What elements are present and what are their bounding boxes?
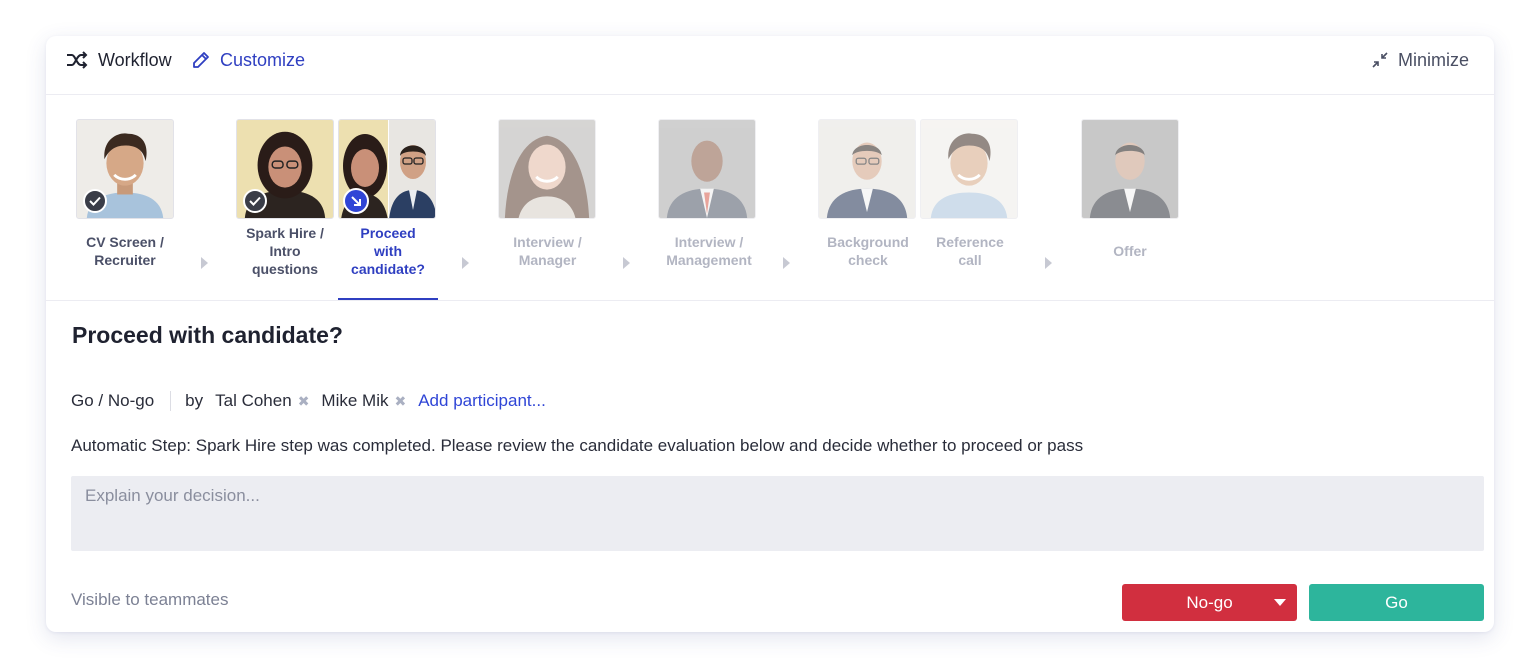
by-label: by xyxy=(185,391,204,410)
remove-icon[interactable]: ✖ xyxy=(394,393,406,410)
minimize-label: Minimize xyxy=(1397,49,1469,70)
interviewer-avatar xyxy=(389,120,435,218)
step-label-reference-call[interactable]: Reference call xyxy=(914,233,1026,269)
step-separator-arrow xyxy=(623,257,630,269)
automatic-step-text: Automatic Step: Spark Hire step was comp… xyxy=(71,436,1084,455)
visibility-label: Visible to teammates xyxy=(71,590,229,609)
add-participant-link[interactable]: Add participant... xyxy=(418,391,546,411)
interviewer-avatar xyxy=(659,120,755,218)
step-background-check-photo[interactable] xyxy=(818,119,916,219)
decision-type: Go / No-go xyxy=(71,391,172,411)
no-go-label: No-go xyxy=(1186,592,1233,612)
interviewer-avatar xyxy=(499,120,595,218)
interviewer-avatar xyxy=(921,120,1017,218)
caret-down-icon[interactable] xyxy=(1274,599,1286,606)
step-offer-photo[interactable] xyxy=(1081,119,1179,219)
workflow-panel: Workflow Customize Minimize CV Screen / … xyxy=(46,36,1494,632)
step-label-cv-screen[interactable]: CV Screen / Recruiter xyxy=(66,233,184,269)
customize-label: Customize xyxy=(220,49,306,70)
workflow-label: Workflow xyxy=(98,49,172,70)
go-button[interactable]: Go xyxy=(1309,584,1484,621)
active-step-indicator xyxy=(338,298,438,300)
step-interview-management-photo[interactable] xyxy=(658,119,756,219)
pencil-icon xyxy=(193,52,209,68)
go-label: Go xyxy=(1385,592,1408,612)
step-separator-arrow xyxy=(783,257,790,269)
step-label-interview-management[interactable]: Interview / Management xyxy=(650,233,768,269)
minimize-button[interactable]: Minimize xyxy=(1372,36,1469,84)
step-separator-arrow xyxy=(462,257,469,269)
participant-name: Mike Mik xyxy=(321,391,389,410)
step-label-interview-manager[interactable]: Interview / Manager xyxy=(490,233,605,269)
minimize-icon xyxy=(1372,52,1388,68)
remove-icon[interactable]: ✖ xyxy=(298,393,310,410)
interviewer-avatar xyxy=(819,120,915,218)
page-title: Proceed with candidate? xyxy=(72,322,343,348)
step-label-proceed[interactable]: Proceed with candidate? xyxy=(336,224,440,278)
step-label-offer[interactable]: Offer xyxy=(1076,242,1184,260)
workflow-toolbar: Workflow Customize Minimize xyxy=(46,36,1494,95)
completed-check-icon xyxy=(83,189,107,213)
participant-chip: Tal Cohen ✖ xyxy=(215,391,309,411)
workflow-button[interactable]: Workflow xyxy=(66,36,172,84)
participant-chip: Mike Mik ✖ xyxy=(321,391,406,411)
interviewer-avatar xyxy=(1082,120,1178,218)
decision-textarea[interactable] xyxy=(71,476,1484,551)
step-interview-manager-photo[interactable] xyxy=(498,119,596,219)
step-separator-arrow xyxy=(201,257,208,269)
no-go-button[interactable]: No-go xyxy=(1122,584,1297,621)
customize-button[interactable]: Customize xyxy=(192,36,305,84)
arrow-down-right-icon xyxy=(343,188,369,214)
step-label-spark-hire[interactable]: Spark Hire / Intro questions xyxy=(230,224,340,278)
shuffle-icon xyxy=(67,51,88,69)
decision-meta: Go / No-go by Tal Cohen ✖ Mike Mik ✖ Add… xyxy=(71,390,546,412)
step-separator-arrow xyxy=(1045,257,1052,269)
workflow-steps: CV Screen / Recruiter Spark Hire / Intro… xyxy=(46,95,1494,301)
completed-check-icon xyxy=(243,189,267,213)
participant-name: Tal Cohen xyxy=(215,391,292,410)
step-label-background-check[interactable]: Background check xyxy=(810,233,926,269)
step-reference-call-photo[interactable] xyxy=(920,119,1018,219)
